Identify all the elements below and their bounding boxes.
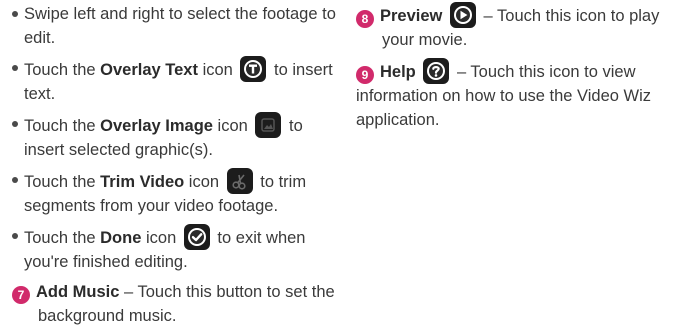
swipe-text: Swipe left and right to select the foota… [24,5,336,47]
overlay-image-mid: icon [212,117,248,135]
overlay-image-label: Overlay Image [100,117,213,135]
swipe-instruction: Swipe left and right to select the foota… [12,2,340,50]
overlay-text-instruction: Touch the Overlay Text icon to insert te… [12,56,340,106]
manual-page: Swipe left and right to select the foota… [0,0,694,325]
play-icon [449,2,476,28]
help-item: 9 Help – Touch this icon to view informat… [356,58,692,132]
overlay-text-mid: icon [197,61,233,79]
done-before: Touch the [24,229,101,247]
help-label: Help [380,63,416,81]
overlay-text-before: Touch the [24,61,101,79]
number-badge-7: 7 [12,286,30,304]
trim-video-label: Trim Video [100,173,185,191]
add-music-item: 7 Add Music – Touch this button to set th… [12,280,340,328]
add-music-label: Add Music [36,283,120,301]
trim-video-before: Touch the [24,173,101,191]
preview-item: 8 Preview – Touch this icon to play your … [356,2,692,52]
overlay-image-icon [255,112,282,138]
done-instruction: Touch the Done icon to exit when you're … [12,224,340,274]
overlay-text-label: Overlay Text [100,61,198,79]
overlay-text-icon [240,56,267,82]
overlay-image-instruction: Touch the Overlay Image icon to insert s… [12,112,340,162]
left-column: Swipe left and right to select the foota… [12,2,340,334]
preview-label: Preview [380,7,443,25]
overlay-image-before: Touch the [24,117,101,135]
checkmark-icon [183,224,210,250]
done-label: Done [100,229,142,247]
right-column: 8 Preview – Touch this icon to play your … [356,2,692,138]
number-badge-9: 9 [356,66,374,84]
done-mid: icon [141,229,177,247]
trim-video-instruction: Touch the Trim Video icon to trim segmen… [12,168,340,218]
trim-video-mid: icon [184,173,220,191]
help-icon [423,58,450,84]
number-badge-8: 8 [356,10,374,28]
instruction-list: Swipe left and right to select the foota… [12,2,340,274]
scissors-icon [226,168,253,194]
